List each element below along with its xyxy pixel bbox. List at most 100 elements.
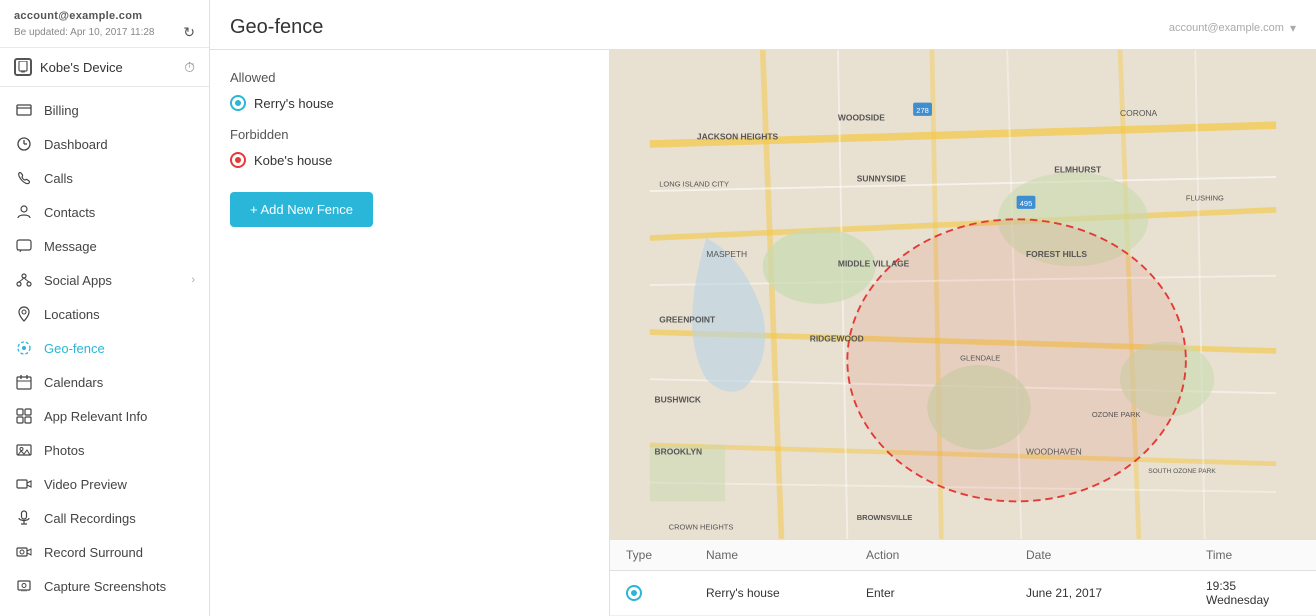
sidebar-item-app-relevant[interactable]: App Relevant Info — [0, 399, 209, 433]
svg-text:OZONE PARK: OZONE PARK — [1092, 410, 1141, 419]
mic-icon — [14, 510, 34, 526]
table-section: Type Name Action Date Time Rerry's house… — [610, 539, 1316, 616]
social-icon — [14, 272, 34, 288]
svg-text:BUSHWICK: BUSHWICK — [655, 395, 702, 405]
sidebar-item-photos[interactable]: Photos — [0, 433, 209, 467]
history-icon[interactable]: ⏱ — [184, 59, 195, 76]
svg-text:278: 278 — [916, 106, 929, 115]
record-icon — [14, 544, 34, 560]
sidebar-item-call-recordings[interactable]: Call Recordings — [0, 501, 209, 535]
forbidden-fence-name: Kobe's house — [254, 153, 332, 168]
sidebar: account@example.com Be updated: Apr 10, … — [0, 0, 210, 616]
sidebar-label-video-preview: Video Preview — [44, 477, 195, 492]
sidebar-label-billing: Billing — [44, 103, 195, 118]
svg-text:BROOKLYN: BROOKLYN — [655, 446, 703, 456]
sidebar-account: account@example.com — [14, 10, 195, 22]
svg-text:MIDDLE VILLAGE: MIDDLE VILLAGE — [838, 258, 910, 268]
cell-date: June 21, 2017 — [1026, 586, 1206, 600]
sidebar-item-video-preview[interactable]: Video Preview — [0, 467, 209, 501]
sidebar-item-message[interactable]: Message — [0, 229, 209, 263]
dashboard-icon — [14, 136, 34, 152]
allowed-dot-icon — [230, 95, 246, 111]
col-name: Name — [706, 548, 866, 562]
allowed-label: Allowed — [230, 70, 589, 85]
sidebar-item-contacts[interactable]: Contacts — [0, 195, 209, 229]
sidebar-item-capture-screenshots[interactable]: Capture Screenshots — [0, 569, 209, 603]
sidebar-item-billing[interactable]: Billing — [0, 93, 209, 127]
device-row: Kobe's Device ⏱ — [0, 48, 209, 87]
sidebar-item-geo-fence[interactable]: Geo-fence — [0, 331, 209, 365]
sidebar-label-calendars: Calendars — [44, 375, 195, 390]
svg-text:JACKSON HEIGHTS: JACKSON HEIGHTS — [697, 131, 779, 141]
sidebar-label-call-recordings: Call Recordings — [44, 511, 195, 526]
svg-text:GREENPOINT: GREENPOINT — [659, 315, 716, 325]
col-date: Date — [1026, 548, 1206, 562]
sidebar-item-calls[interactable]: Calls — [0, 161, 209, 195]
calendar-icon — [14, 374, 34, 390]
sidebar-item-locations[interactable]: Locations — [0, 297, 209, 331]
col-time: Time — [1206, 548, 1300, 562]
col-action: Action — [866, 548, 1026, 562]
right-col: JACKSON HEIGHTS WOODSIDE CORONA LONG ISL… — [610, 50, 1316, 616]
sidebar-label-social-apps: Social Apps — [44, 273, 191, 288]
svg-text:WOODHAVEN: WOODHAVEN — [1026, 446, 1082, 456]
video-icon — [14, 476, 34, 492]
add-fence-button[interactable]: + Add New Fence — [230, 192, 373, 227]
page-title: Geo-fence — [230, 16, 323, 39]
photos-icon — [14, 442, 34, 458]
svg-text:495: 495 — [1020, 199, 1033, 208]
sidebar-label-message: Message — [44, 239, 195, 254]
forbidden-label: Forbidden — [230, 127, 589, 142]
sidebar-label-locations: Locations — [44, 307, 195, 322]
allowed-fence-name: Rerry's house — [254, 96, 334, 111]
sidebar-item-dashboard[interactable]: Dashboard — [0, 127, 209, 161]
nav-list: Billing Dashboard Calls Contacts — [0, 87, 209, 609]
device-name: Kobe's Device — [14, 58, 123, 76]
app-icon — [14, 408, 34, 424]
svg-text:MASPETH: MASPETH — [706, 249, 747, 259]
svg-text:WOODSIDE: WOODSIDE — [838, 113, 885, 123]
sidebar-label-record-surround: Record Surround — [44, 545, 195, 560]
header-chevron-icon: ▾ — [1290, 21, 1296, 35]
col-type: Type — [626, 548, 706, 562]
locations-icon — [14, 306, 34, 322]
sidebar-header: account@example.com Be updated: Apr 10, … — [0, 0, 209, 48]
cell-name: Rerry's house — [706, 586, 866, 600]
message-icon — [14, 238, 34, 254]
table-header-row: Type Name Action Date Time — [610, 540, 1316, 571]
sidebar-item-calendars[interactable]: Calendars — [0, 365, 209, 399]
sidebar-item-social-apps[interactable]: Social Apps › — [0, 263, 209, 297]
refresh-icon[interactable]: ↻ — [183, 24, 195, 41]
map-container: JACKSON HEIGHTS WOODSIDE CORONA LONG ISL… — [610, 50, 1316, 539]
svg-text:ELMHURST: ELMHURST — [1054, 164, 1102, 174]
header-right: account@example.com ▾ — [1169, 21, 1296, 35]
allowed-fence-item: Rerry's house — [230, 95, 589, 111]
cell-time: 19:35 Wednesday — [1206, 579, 1300, 607]
forbidden-dot-icon — [230, 152, 246, 168]
main-header: Geo-fence account@example.com ▾ — [210, 0, 1316, 50]
forbidden-fence-item: Kobe's house — [230, 152, 589, 168]
contacts-icon — [14, 204, 34, 220]
map-svg: JACKSON HEIGHTS WOODSIDE CORONA LONG ISL… — [610, 50, 1316, 539]
sidebar-item-record-surround[interactable]: Record Surround — [0, 535, 209, 569]
sidebar-label-capture-screenshots: Capture Screenshots — [44, 579, 195, 594]
svg-text:GLENDALE: GLENDALE — [960, 353, 1000, 362]
main-content: Geo-fence account@example.com ▾ Allowed … — [210, 0, 1316, 616]
sidebar-label-contacts: Contacts — [44, 205, 195, 220]
calls-icon — [14, 170, 34, 186]
row-allowed-icon — [626, 585, 642, 601]
svg-text:BROWNSVILLE: BROWNSVILLE — [857, 513, 913, 522]
sidebar-label-calls: Calls — [44, 171, 195, 186]
sidebar-label-dashboard: Dashboard — [44, 137, 195, 152]
cell-type — [626, 585, 706, 601]
geofence-icon — [14, 340, 34, 356]
sidebar-label-geo-fence: Geo-fence — [44, 341, 195, 356]
device-icon — [14, 58, 32, 76]
sidebar-label-app-relevant: App Relevant Info — [44, 409, 195, 424]
svg-text:FLUSHING: FLUSHING — [1186, 193, 1224, 202]
svg-text:SUNNYSIDE: SUNNYSIDE — [857, 174, 907, 184]
header-account: account@example.com — [1169, 22, 1284, 34]
sidebar-updated: Be updated: Apr 10, 2017 11:28 ↻ — [14, 24, 195, 41]
cell-action: Enter — [866, 586, 1026, 600]
table-row: Rerry's house Enter June 21, 2017 19:35 … — [610, 571, 1316, 616]
